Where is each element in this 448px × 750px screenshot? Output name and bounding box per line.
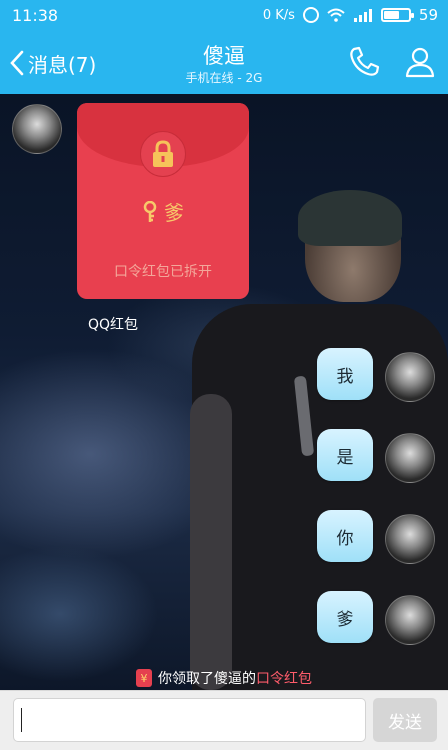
battery-icon xyxy=(380,8,414,22)
red-packet-icon: ¥ xyxy=(136,669,152,687)
notice-prefix: 你领取了傻逼的 xyxy=(158,671,256,687)
message-bubble[interactable]: 我 xyxy=(317,348,373,400)
top-bar: 11:38 0 K/s 59 消息(7) 傻逼 手机在线 - 2G xyxy=(0,0,448,94)
message-bubble[interactable]: 是 xyxy=(317,429,373,481)
notice-link[interactable]: 口令红包 xyxy=(256,671,312,687)
input-bar: 发送 xyxy=(0,690,448,750)
chat-area[interactable]: 爹 口令红包已拆开 QQ红包 我 是 你 爹 ¥ 你领取了傻逼的口令红包 xyxy=(0,94,448,690)
status-bar: 11:38 0 K/s 59 xyxy=(0,0,448,30)
net-speed: 0 K/s xyxy=(262,7,295,23)
system-notice: ¥ 你领取了傻逼的口令红包 xyxy=(0,668,448,688)
phone-icon[interactable] xyxy=(346,44,382,80)
red-packet-caption: QQ红包 xyxy=(88,317,139,333)
key-icon xyxy=(143,200,157,222)
send-button[interactable]: 发送 xyxy=(373,698,437,742)
wallpaper-cap xyxy=(298,190,402,246)
my-avatar[interactable] xyxy=(385,595,435,645)
signal-icon xyxy=(353,9,372,22)
profile-icon[interactable] xyxy=(402,44,438,80)
lock-icon xyxy=(153,140,173,167)
lock-badge xyxy=(140,131,186,177)
text-caret xyxy=(21,708,22,732)
password-text: 爹 xyxy=(164,201,184,225)
my-avatar[interactable] xyxy=(385,433,435,483)
message-input[interactable] xyxy=(13,698,366,742)
status-icons: 0 K/s 59 xyxy=(263,6,438,24)
status-time: 11:38 xyxy=(12,6,59,25)
my-avatar[interactable] xyxy=(385,352,435,402)
password-row: 爹 xyxy=(77,197,249,226)
red-packet-card[interactable]: 爹 口令红包已拆开 xyxy=(77,103,249,299)
wifi-icon xyxy=(327,8,345,22)
my-avatar[interactable] xyxy=(385,514,435,564)
message-bubble[interactable]: 你 xyxy=(317,510,373,562)
red-packet-status: 口令红包已拆开 xyxy=(114,264,212,280)
contact-avatar[interactable] xyxy=(12,104,62,154)
battery-level: 59 xyxy=(418,6,438,24)
notice-text: 你领取了傻逼的口令红包 xyxy=(158,668,312,688)
alarm-icon xyxy=(302,7,319,23)
message-bubble[interactable]: 爹 xyxy=(317,591,373,643)
wallpaper-arm xyxy=(190,394,232,690)
